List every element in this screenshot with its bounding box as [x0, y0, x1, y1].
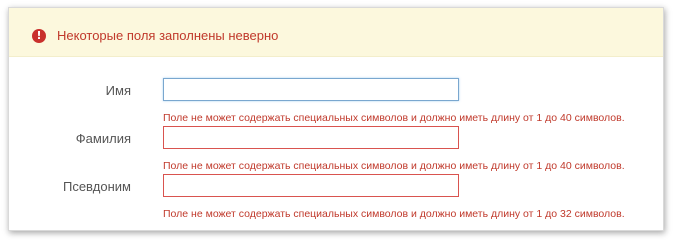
alert-message: Некоторые поля заполнены неверно	[57, 28, 279, 43]
nickname-error: Поле не может содержать специальных симв…	[163, 208, 625, 220]
nickname-input[interactable]	[163, 174, 459, 197]
nickname-label: Псевдоним	[62, 179, 131, 194]
first-name-input[interactable]	[163, 78, 459, 101]
last-name-label: Фамилия	[75, 131, 131, 146]
first-name-label: Имя	[105, 83, 131, 98]
error-alert: ! Некоторые поля заполнены неверно	[9, 8, 663, 57]
form-panel: ! Некоторые поля заполнены неверно Имя П…	[8, 7, 664, 231]
exclamation-circle-icon: !	[32, 29, 46, 43]
last-name-error: Поле не может содержать специальных симв…	[163, 160, 625, 172]
last-name-input[interactable]	[163, 126, 459, 149]
first-name-error: Поле не может содержать специальных симв…	[163, 112, 625, 124]
